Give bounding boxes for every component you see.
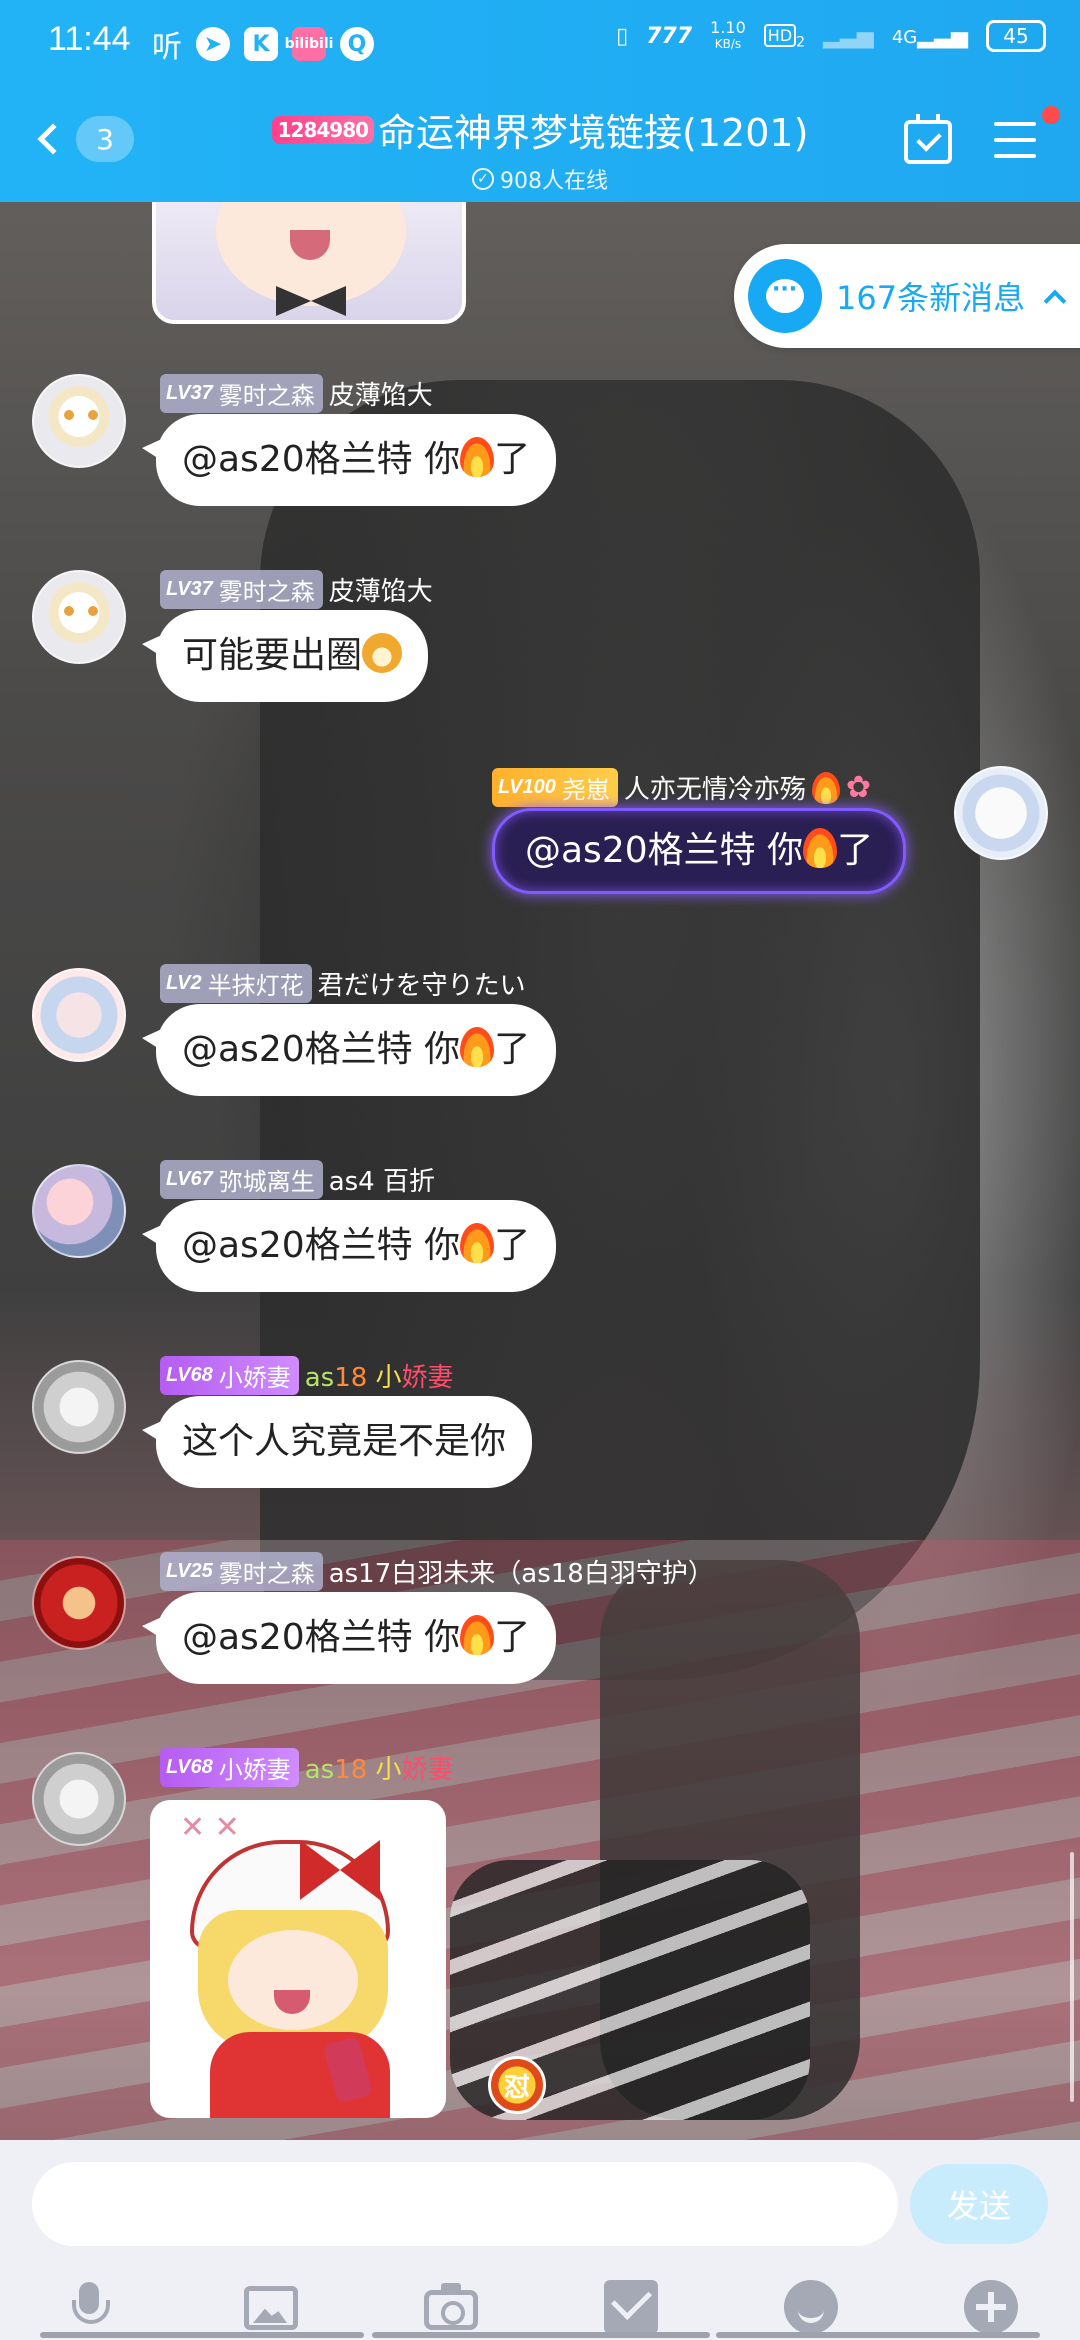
flower-emoji-icon: ✿: [845, 770, 871, 805]
message-input[interactable]: [32, 2162, 898, 2246]
online-count: ✓ 908人在线: [0, 163, 1080, 195]
picture-icon[interactable]: [244, 2286, 298, 2330]
hd-icon: HD 2: [763, 22, 805, 50]
input-bar: 发送: [0, 2140, 1080, 2340]
message-bubble[interactable]: @as20格兰特 你了: [141, 1200, 557, 1292]
message-bubble[interactable]: @as20格兰特 你了: [141, 1004, 557, 1096]
battery-icon: 45: [986, 20, 1046, 52]
sticker-image-message[interactable]: ✕ ✕: [150, 1800, 446, 2118]
avatar[interactable]: [32, 1164, 126, 1258]
message-bubble[interactable]: 这个人究竟是不是你: [141, 1396, 533, 1488]
message-bubble-special[interactable]: @as20格兰特 你了: [492, 808, 907, 894]
sender-nick[interactable]: 皮薄馅大: [329, 571, 433, 608]
sender-line: LV2 半抹灯花 君だけを守りたい: [160, 964, 526, 1003]
level-badge: LV25 雾时之森: [160, 1552, 323, 1591]
sticker-reaction-badge[interactable]: 怼: [488, 2056, 546, 2114]
level-badge: LV67 弥城离生: [160, 1160, 323, 1199]
message-bubble[interactable]: 可能要出圈: [141, 610, 429, 702]
notification-icons: 听 ➤ K bilibili Q: [152, 22, 374, 66]
sender-nick[interactable]: as4 百折: [329, 1161, 435, 1198]
vibrate-icon: ▯: [616, 23, 629, 49]
signal-4g-icon: 4G▂▃▅: [891, 23, 968, 49]
emoji-icon[interactable]: [784, 2280, 838, 2334]
status-bar: 11:44 听 ➤ K bilibili Q ▯ 777 1.10 KB/s H…: [0, 0, 1080, 80]
status-time: 11:44: [48, 20, 131, 58]
k-app-icon: K: [244, 27, 278, 61]
sender-line: LV37 雾时之森 皮薄馅大: [160, 374, 433, 413]
top-bar: 11:44 听 ➤ K bilibili Q ▯ 777 1.10 KB/s H…: [0, 0, 1080, 202]
avatar[interactable]: [954, 766, 1048, 860]
new-messages-label: 167条新消息: [836, 279, 1026, 317]
check-circle-icon: ✓: [472, 168, 494, 190]
level-badge: LV100 尧崽: [492, 768, 618, 807]
network-speed: 1.10 KB/s: [710, 18, 746, 52]
level-badge: LV37 雾时之森: [160, 374, 323, 413]
sender-nick[interactable]: 皮薄馅大: [329, 375, 433, 412]
avatar[interactable]: [32, 374, 126, 468]
system-icons: ▯ 777 1.10 KB/s HD 2 ▂▃▅ 4G▂▃▅ 45: [616, 20, 1046, 52]
camera-icon[interactable]: [424, 2283, 478, 2330]
chat-bubble-icon: [748, 259, 822, 333]
sender-line: LV25 雾时之森 as17白羽未来（as18白羽守护）: [160, 1552, 714, 1591]
avatar[interactable]: [32, 1752, 126, 1846]
message-bubble[interactable]: @as20格兰特 你了: [141, 1592, 557, 1684]
sender-line: LV68 小娇妻 as18 小娇妻: [160, 1748, 454, 1787]
fire-emoji-icon: [460, 437, 495, 477]
sender-line: LV68 小娇妻 as18 小娇妻: [160, 1356, 454, 1395]
image-message-top[interactable]: [152, 202, 466, 324]
calendar-check-icon[interactable]: [904, 114, 952, 164]
chat-messages[interactable]: 167条新消息 LV37雾时之森 皮薄馅大 @as20格兰特 你了 LV37雾时…: [0, 202, 1080, 2140]
ting-icon: 听: [152, 30, 182, 65]
group-number-badge: 1284980: [271, 115, 375, 144]
sender-line: LV37 雾时之森 皮薄馅大: [160, 570, 433, 609]
gesture-bar-center: [372, 2332, 710, 2338]
carrier-icon: 777: [646, 23, 693, 49]
send-button[interactable]: 发送: [910, 2164, 1048, 2244]
level-badge: LV37 雾时之森: [160, 570, 323, 609]
sender-nick[interactable]: 君だけを守りたい: [318, 965, 526, 1002]
fire-emoji-icon: [811, 771, 840, 804]
sender-nick[interactable]: as18 小娇妻: [305, 1357, 454, 1394]
fire-emoji-icon: [803, 828, 838, 868]
mic-icon[interactable]: [62, 2280, 116, 2334]
q-app-icon: Q: [340, 27, 374, 61]
new-messages-button[interactable]: 167条新消息: [734, 244, 1080, 348]
avatar[interactable]: [32, 570, 126, 664]
sender-nick[interactable]: as17白羽未来（as18白羽守护）: [329, 1553, 714, 1590]
chat-header: 3 1284980 命运神界梦境链接(1201) ✓ 908人在线: [0, 80, 1080, 202]
level-badge: LV68 小娇妻: [160, 1748, 299, 1787]
scrollbar[interactable]: [1070, 1852, 1074, 2102]
message-bubble[interactable]: @as20格兰特 你了: [141, 414, 557, 506]
avatar[interactable]: [32, 968, 126, 1062]
gesture-bar-left: [40, 2332, 364, 2338]
sender-line: LV100 尧崽 人亦无情冷亦殇 ✿: [492, 768, 871, 807]
avatar[interactable]: [32, 1556, 126, 1650]
bilibili-icon: bilibili: [285, 27, 333, 61]
fire-emoji-icon: [460, 1027, 495, 1067]
notification-dot: [1042, 106, 1060, 124]
fire-emoji-icon: [460, 1615, 495, 1655]
fire-emoji-icon: [460, 1223, 495, 1263]
plus-icon[interactable]: [964, 2280, 1018, 2334]
compass-icon: ➤: [196, 27, 230, 61]
sender-nick[interactable]: 人亦无情冷亦殇: [624, 769, 806, 806]
avatar[interactable]: [32, 1360, 126, 1454]
level-badge: LV2 半抹灯花: [160, 964, 312, 1003]
dog-emoji-icon: [362, 633, 403, 673]
gesture-bar-right: [716, 2332, 1040, 2338]
input-toolbar: [0, 2280, 1080, 2340]
menu-icon[interactable]: [994, 122, 1036, 158]
red-packet-icon[interactable]: [604, 2280, 658, 2334]
group-title[interactable]: 命运神界梦境链接(1201): [378, 102, 808, 157]
signal-icon: ▂▃▅: [823, 23, 874, 49]
sender-line: LV67 弥城离生 as4 百折: [160, 1160, 435, 1199]
sender-nick[interactable]: as18 小娇妻: [305, 1749, 454, 1786]
chevron-up-icon: [1043, 289, 1067, 313]
level-badge: LV68 小娇妻: [160, 1356, 299, 1395]
